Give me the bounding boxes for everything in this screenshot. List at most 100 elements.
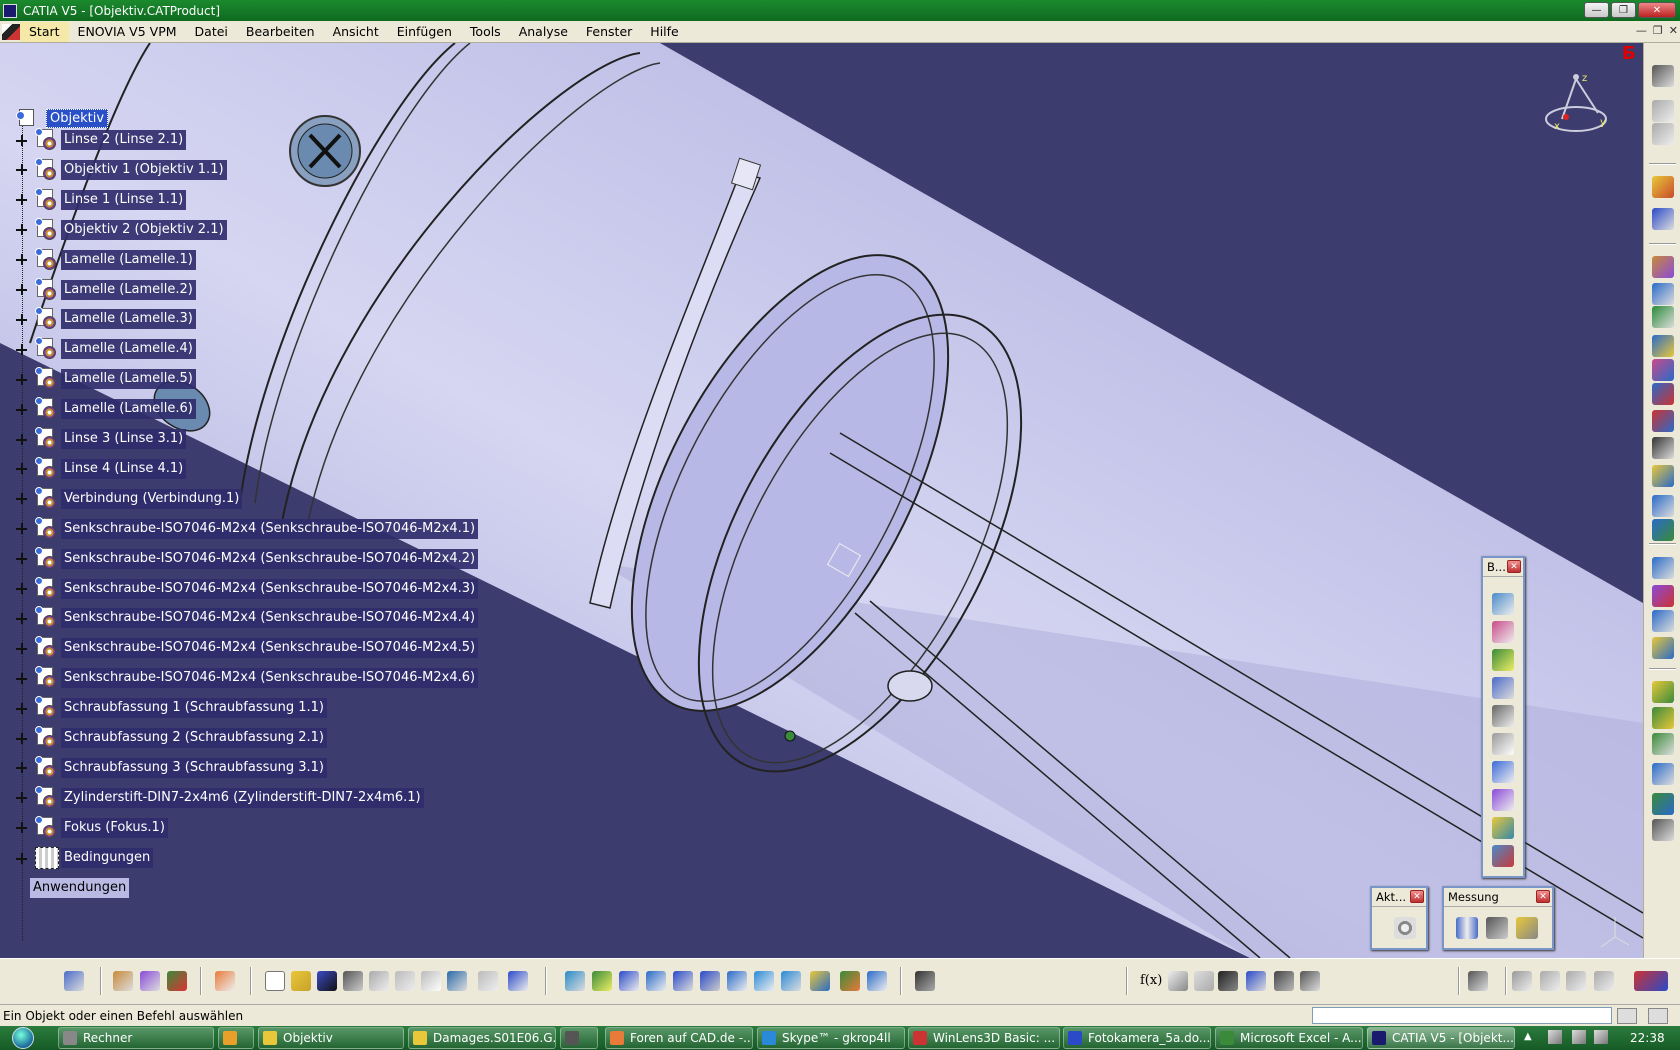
fast-multi-instantiation-icon[interactable] bbox=[1652, 519, 1674, 541]
flexible-rigid-icon[interactable] bbox=[1492, 789, 1514, 811]
new-document-icon[interactable] bbox=[265, 971, 285, 991]
normal-view-icon[interactable] bbox=[727, 971, 747, 991]
copy-icon[interactable] bbox=[395, 971, 415, 991]
stop-manipulate-icon[interactable] bbox=[1652, 637, 1674, 659]
palette-close-button[interactable]: ✕ bbox=[1507, 560, 1521, 573]
coincidence-constraint-icon[interactable] bbox=[1492, 593, 1514, 615]
generate-numbering-icon[interactable] bbox=[1652, 410, 1674, 432]
tree-node-label[interactable]: Lamelle (Lamelle.5) bbox=[61, 369, 196, 390]
existing-component-icon[interactable] bbox=[167, 971, 187, 991]
task-damages-folder[interactable]: Damages.S01E06.G... bbox=[408, 1027, 556, 1049]
catalog-browser-icon[interactable] bbox=[1468, 971, 1488, 991]
expand-icon[interactable] bbox=[16, 642, 27, 654]
status-toggle-button[interactable] bbox=[1648, 1008, 1668, 1024]
tree-node-label[interactable]: Linse 3 (Linse 3.1) bbox=[61, 429, 187, 449]
multi-view-icon[interactable] bbox=[754, 971, 774, 991]
tree-node[interactable]: Lamelle (Lamelle.4) bbox=[16, 337, 196, 361]
expand-icon[interactable] bbox=[16, 254, 27, 266]
tree-node-label[interactable]: Lamelle (Lamelle.3) bbox=[61, 309, 196, 330]
tree-node-label[interactable]: Linse 1 (Linse 1.1) bbox=[61, 189, 187, 210]
expand-icon[interactable] bbox=[16, 523, 27, 535]
volume-icon[interactable] bbox=[1548, 1030, 1562, 1044]
tree-node-label[interactable]: Lamelle (Lamelle.1) bbox=[61, 249, 196, 270]
tree-node[interactable]: Senkschraube-ISO7046-M2x4 (Senkschraube-… bbox=[16, 576, 479, 601]
tree-node[interactable]: Linse 2 (Linse 2.1) bbox=[16, 128, 187, 152]
clash-icon[interactable] bbox=[1652, 681, 1674, 703]
sort-icon[interactable] bbox=[1566, 971, 1586, 991]
selective-load-icon[interactable] bbox=[1652, 437, 1674, 459]
expand-icon[interactable] bbox=[16, 463, 27, 475]
tree-node[interactable]: Verbindung (Verbindung.1) bbox=[16, 486, 243, 511]
existing-component-icon[interactable] bbox=[1652, 335, 1674, 357]
tray-expand-icon[interactable]: ▲ bbox=[1524, 1031, 1532, 1042]
expand-icon[interactable] bbox=[16, 553, 27, 565]
tree-node[interactable]: Senkschraube-ISO7046-M2x4 (Senkschraube-… bbox=[16, 606, 479, 630]
tree-node[interactable]: Schraubfassung 2 (Schraubfassung 2.1) bbox=[16, 726, 328, 750]
tree-node-label[interactable]: Senkschraube-ISO7046-M2x4 (Senkschraube-… bbox=[61, 608, 479, 629]
tree-node-applications[interactable]: Anwendungen bbox=[30, 876, 130, 900]
select-arrow-icon[interactable] bbox=[1652, 176, 1674, 198]
expand-icon[interactable] bbox=[16, 822, 27, 834]
menu-fenster[interactable]: Fenster bbox=[577, 22, 641, 42]
fix-together-icon[interactable] bbox=[1492, 733, 1514, 755]
formula-icon[interactable]: f(x) bbox=[1140, 971, 1166, 991]
tree-node[interactable]: Lamelle (Lamelle.2) bbox=[16, 277, 196, 302]
tree-node-label[interactable]: Anwendungen bbox=[30, 878, 130, 898]
fix-component-icon[interactable] bbox=[1492, 705, 1514, 727]
reuse-pattern-icon[interactable] bbox=[1492, 845, 1514, 867]
scene-icon[interactable] bbox=[1652, 793, 1674, 815]
tree-node[interactable]: Lamelle (Lamelle.1) bbox=[16, 247, 196, 272]
taskbar-clock[interactable]: 22:38 bbox=[1630, 1031, 1665, 1045]
tree-node[interactable]: Senkschraube-ISO7046-M2x4 (Senkschraube-… bbox=[16, 546, 479, 571]
tree-node-label[interactable]: Objektiv 2 (Objektiv 2.1) bbox=[61, 219, 227, 240]
table-icon[interactable] bbox=[1218, 971, 1238, 991]
expand-icon[interactable] bbox=[16, 313, 27, 325]
expand-icon[interactable] bbox=[16, 403, 27, 415]
fly-mode-icon[interactable] bbox=[565, 971, 585, 991]
open-folder-icon[interactable] bbox=[291, 971, 311, 991]
manipulation-icon[interactable] bbox=[1652, 557, 1674, 579]
hide-show-icon[interactable] bbox=[840, 971, 860, 991]
palette-close-button[interactable]: ✕ bbox=[1536, 890, 1550, 903]
print-icon[interactable] bbox=[343, 971, 363, 991]
palette-close-button[interactable]: ✕ bbox=[1410, 890, 1424, 903]
paste-icon[interactable] bbox=[421, 971, 441, 991]
task-catia[interactable]: CATIA V5 - [Objekt... bbox=[1367, 1027, 1515, 1049]
expand-icon[interactable] bbox=[16, 612, 27, 624]
network-icon[interactable] bbox=[1572, 1030, 1586, 1044]
lock-icon[interactable] bbox=[1274, 971, 1294, 991]
structure-icon[interactable] bbox=[1594, 971, 1614, 991]
tree-node[interactable]: Senkschraube-ISO7046-M2x4 (Senkschraube-… bbox=[16, 516, 479, 541]
angle-constraint-icon[interactable] bbox=[1492, 677, 1514, 699]
tree-node-label[interactable]: Lamelle (Lamelle.6) bbox=[61, 399, 196, 420]
menu-analyse[interactable]: Analyse bbox=[510, 22, 577, 42]
multi-instantiation-icon[interactable] bbox=[1652, 495, 1674, 517]
tree-node[interactable]: Fokus (Fokus.1) bbox=[16, 815, 168, 840]
pan-icon[interactable] bbox=[619, 971, 639, 991]
whats-this-icon[interactable] bbox=[508, 971, 528, 991]
replace-component-icon[interactable] bbox=[1652, 359, 1674, 381]
expand-icon[interactable] bbox=[16, 792, 27, 804]
rotate-icon[interactable] bbox=[646, 971, 666, 991]
doc-close-icon[interactable]: ✕ bbox=[1669, 24, 1678, 37]
sketch-icon[interactable] bbox=[1652, 65, 1674, 87]
task-firefox[interactable]: Foren auf CAD.de -... bbox=[605, 1027, 753, 1049]
task-skype[interactable]: Skype™ - gkrop4ll bbox=[757, 1027, 905, 1049]
tree-node[interactable]: Linse 4 (Linse 4.1) bbox=[16, 456, 187, 481]
undo-icon[interactable] bbox=[447, 971, 467, 991]
new-part-icon[interactable] bbox=[1652, 306, 1674, 328]
restore-button[interactable]: ❐ bbox=[1611, 2, 1636, 18]
expand-icon[interactable] bbox=[16, 672, 27, 684]
menu-ansicht[interactable]: Ansicht bbox=[324, 22, 388, 42]
tree-node-label[interactable]: Schraubfassung 1 (Schraubfassung 1.1) bbox=[61, 698, 328, 719]
task-excel[interactable]: Microsoft Excel - A... bbox=[1215, 1027, 1363, 1049]
update-all-icon[interactable] bbox=[1394, 917, 1416, 939]
doc-minimize-icon[interactable]: — bbox=[1636, 24, 1647, 37]
menu-start[interactable]: Start bbox=[20, 21, 69, 42]
tree-node-label[interactable]: Bedingungen bbox=[61, 848, 154, 868]
tree-node-label[interactable]: Schraubfassung 3 (Schraubfassung 3.1) bbox=[61, 757, 328, 778]
task-rechner[interactable]: Rechner bbox=[58, 1027, 214, 1049]
tree-node[interactable]: Lamelle (Lamelle.3) bbox=[16, 307, 196, 331]
capture-camera-icon[interactable] bbox=[915, 971, 935, 991]
sketch-analysis-icon[interactable] bbox=[1300, 971, 1320, 991]
